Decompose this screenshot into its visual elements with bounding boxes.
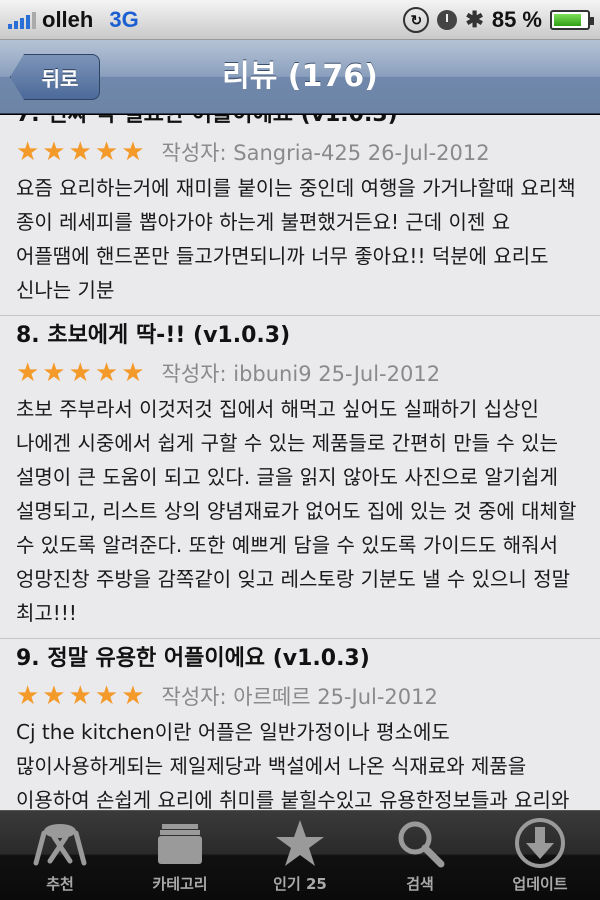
navigation-bar: 뒤로 리뷰 (176) (0, 40, 600, 114)
review-body: 요즘 요리하는거에 재미를 붙이는 중인데 여행을 가거나할때 요리책 종이 레… (16, 176, 576, 302)
review-title: 8. 초보에게 딱-!! (v1.0.3) (16, 323, 291, 348)
search-icon (395, 817, 445, 869)
rotation-lock-icon: ↻ (403, 7, 430, 33)
review-title: 9. 정말 유용한 어플이에요 (v1.0.3) (16, 646, 370, 671)
star-rating-icon: ★★★★★ (16, 358, 148, 388)
review-author-date: 작성자: 아르떼르 25-Jul-2012 (161, 685, 438, 709)
review-author-date: 작성자: ibbuni9 25-Jul-2012 (161, 362, 441, 386)
star-rating-icon: ★★★★★ (16, 137, 148, 167)
carrier-name: olleh (42, 6, 94, 32)
network-type: 3G (109, 6, 139, 32)
review-item: 7. 진짜 딱 필요한 어플이에요 (v1.0.3) ★★★★★ 작성자: Sa… (0, 115, 600, 316)
tab-search[interactable]: 검색 (360, 811, 480, 900)
tab-label: 검색 (406, 875, 434, 893)
review-list[interactable]: 7. 진짜 딱 필요한 어플이에요 (v1.0.3) ★★★★★ 작성자: Sa… (0, 115, 600, 810)
tab-label: 추천 (46, 875, 74, 893)
status-indicators: ↻ ✱ 85 % (403, 0, 594, 40)
star-icon (274, 817, 326, 869)
review-title: 7. 진짜 딱 필요한 어플이에요 (v1.0.3) (16, 115, 584, 135)
back-button[interactable]: 뒤로 (10, 54, 100, 100)
download-icon (514, 817, 566, 869)
tab-label: 인기 25 (273, 875, 327, 893)
categories-icon (154, 817, 206, 869)
tab-label: 업데이트 (512, 875, 568, 893)
tab-top-25[interactable]: 인기 25 (240, 811, 360, 900)
review-author-date: 작성자: Sangria-425 26-Jul-2012 (161, 141, 490, 165)
review-body: 초보 주부라서 이것저것 집에서 해먹고 싶어도 실패하기 십상인 나에겐 시중… (16, 397, 577, 625)
tab-featured[interactable]: 추천 (0, 811, 120, 900)
status-bar: olleh 3G ↻ ✱ 85 % (0, 0, 600, 40)
star-rating-icon: ★★★★★ (16, 681, 148, 711)
tab-categories[interactable]: 카테고리 (120, 811, 240, 900)
review-item: 9. 정말 유용한 어플이에요 (v1.0.3) ★★★★★ 작성자: 아르떼르… (0, 639, 600, 810)
review-item: 8. 초보에게 딱-!! (v1.0.3) ★★★★★ 작성자: ibbuni9… (0, 316, 600, 639)
bluetooth-icon: ✱ (465, 7, 484, 32)
alarm-icon (437, 10, 458, 30)
featured-icon (30, 817, 90, 869)
battery-percent: 85 % (491, 7, 542, 32)
tab-updates[interactable]: 업데이트 (480, 811, 600, 900)
review-body: Cj the kitchen이란 어플은 일반가정이나 평소에도 많이사용하게되… (16, 720, 570, 810)
signal-strength-icon (8, 11, 36, 29)
battery-icon (550, 10, 594, 30)
tab-label: 카테고리 (152, 875, 208, 893)
tab-bar: 추천 카테고리 인기 25 검색 업데이트 (0, 810, 600, 900)
